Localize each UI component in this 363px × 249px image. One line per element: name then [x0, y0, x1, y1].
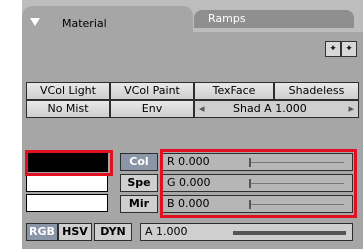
hsv-mode-button[interactable]: HSV: [58, 223, 92, 241]
shad-alpha-field[interactable]: ◂ Shad A 1.000 ▸: [194, 100, 359, 118]
texface-button[interactable]: TexFace: [194, 82, 274, 100]
env-button[interactable]: Env: [110, 100, 194, 118]
toggle-row-2: No Mist Env ◂ Shad A 1.000 ▸: [26, 100, 359, 118]
vcol-paint-button[interactable]: VCol Paint: [110, 82, 194, 100]
tab-ramps-label: Ramps: [208, 12, 246, 25]
rgb-mode-button[interactable]: RGB: [26, 223, 58, 241]
vcol-light-button[interactable]: VCol Light: [26, 82, 110, 100]
shad-alpha-label: Shad A 1.000: [233, 102, 307, 115]
mir-swatch[interactable]: [26, 194, 108, 212]
tab-material-label: Material: [62, 17, 107, 30]
tab-material[interactable]: Material: [22, 6, 193, 32]
no-mist-button[interactable]: No Mist: [26, 100, 110, 118]
panel-tabbar: Material Ramps: [22, 0, 363, 32]
rgb-sliders-highlight: [160, 149, 357, 218]
alpha-slider-label: A 1.000: [145, 225, 188, 238]
toggle-row-1: VCol Light VCol Paint TexFace Shadeless: [26, 82, 359, 100]
tab-ramps[interactable]: Ramps: [194, 10, 354, 28]
col-button[interactable]: Col: [120, 153, 158, 171]
chevron-left-icon[interactable]: ◂: [199, 101, 205, 117]
arrows-icon[interactable]: ✦: [325, 41, 341, 57]
col-swatch-highlight: [25, 150, 113, 176]
alpha-fill: [233, 231, 346, 235]
alpha-slider[interactable]: A 1.000: [140, 223, 353, 241]
triangle-down-icon[interactable]: [30, 18, 40, 26]
dyn-mode-button[interactable]: DYN: [94, 223, 132, 241]
shadeless-button[interactable]: Shadeless: [274, 82, 359, 100]
mir-button[interactable]: Mir: [120, 195, 158, 213]
arrows-icon[interactable]: ✦: [341, 41, 357, 57]
chevron-right-icon[interactable]: ▸: [348, 101, 354, 117]
spe-swatch[interactable]: [26, 174, 108, 192]
spe-button[interactable]: Spe: [120, 174, 158, 192]
